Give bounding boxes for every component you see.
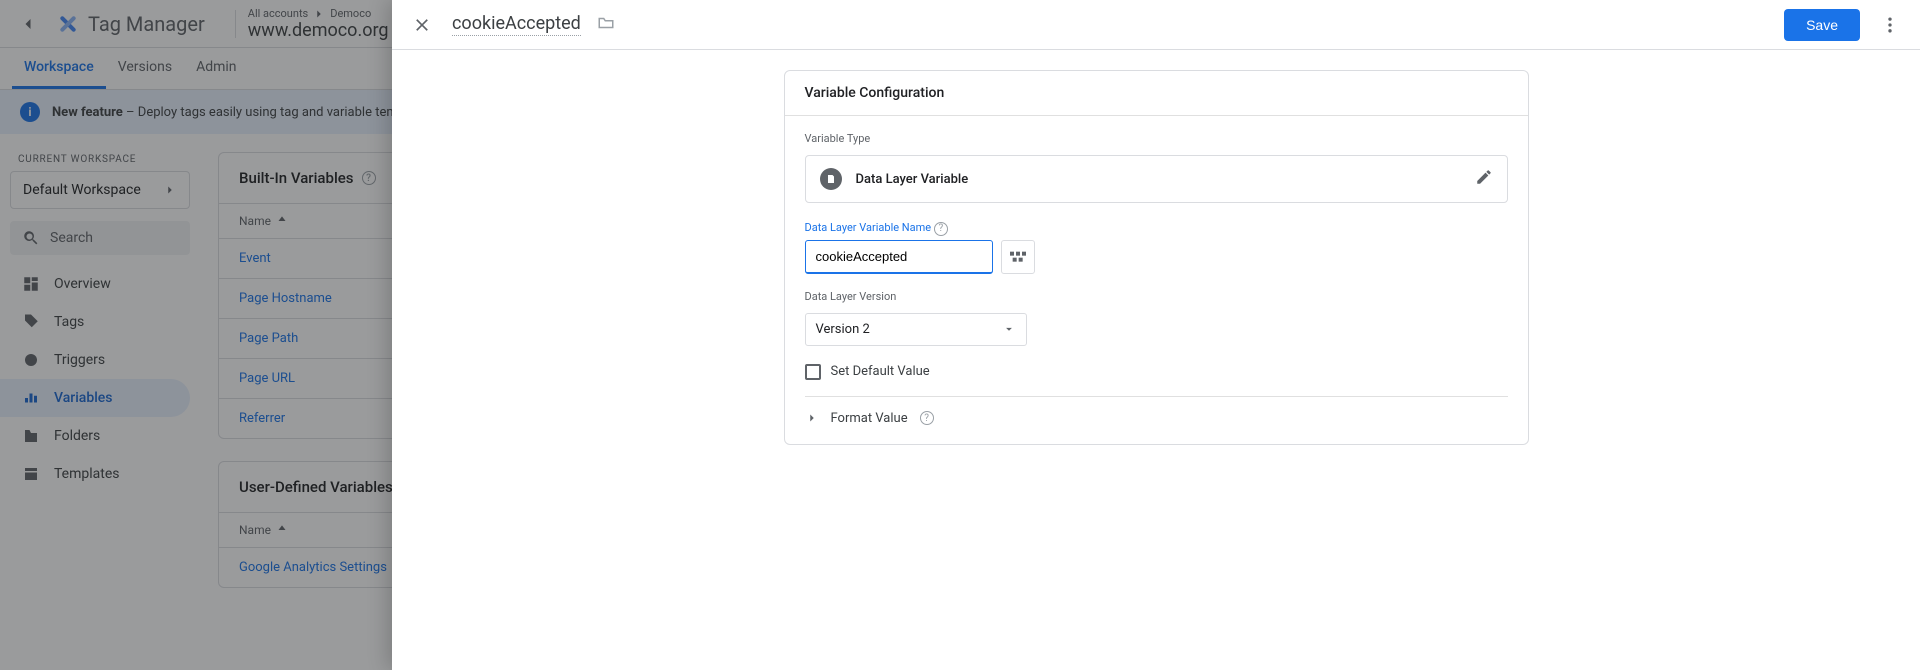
folder-icon[interactable] (597, 14, 615, 36)
edit-icon[interactable] (1475, 168, 1493, 190)
chevron-right-icon (805, 411, 819, 425)
dlversion-select[interactable]: Version 2 (805, 313, 1027, 346)
insert-variable-button[interactable] (1001, 240, 1035, 274)
dlname-label: Data Layer Variable Name (805, 221, 932, 234)
vtype-label: Variable Type (805, 132, 1508, 145)
set-default-label: Set Default Value (831, 364, 930, 379)
save-button[interactable]: Save (1784, 9, 1860, 41)
checkbox[interactable] (805, 364, 821, 380)
config-title: Variable Configuration (785, 71, 1528, 116)
format-value-row[interactable]: Format Value ? (805, 397, 1508, 444)
variable-type-selector[interactable]: Data Layer Variable (805, 155, 1508, 203)
variable-type-icon (820, 168, 842, 190)
dropdown-icon (1002, 322, 1016, 336)
variable-title[interactable]: cookieAccepted (452, 13, 581, 36)
help-icon[interactable]: ? (934, 222, 948, 236)
modal-scrim[interactable] (0, 0, 392, 670)
more-button[interactable] (1870, 5, 1910, 45)
close-button[interactable] (402, 5, 442, 45)
dlversion-value: Version 2 (816, 322, 870, 337)
help-icon[interactable]: ? (920, 411, 934, 425)
dlname-input[interactable] (805, 240, 993, 274)
format-label: Format Value (831, 411, 908, 426)
dlver-label: Data Layer Version (805, 290, 1508, 303)
variable-type-name: Data Layer Variable (856, 172, 969, 187)
set-default-row[interactable]: Set Default Value (805, 364, 1508, 397)
